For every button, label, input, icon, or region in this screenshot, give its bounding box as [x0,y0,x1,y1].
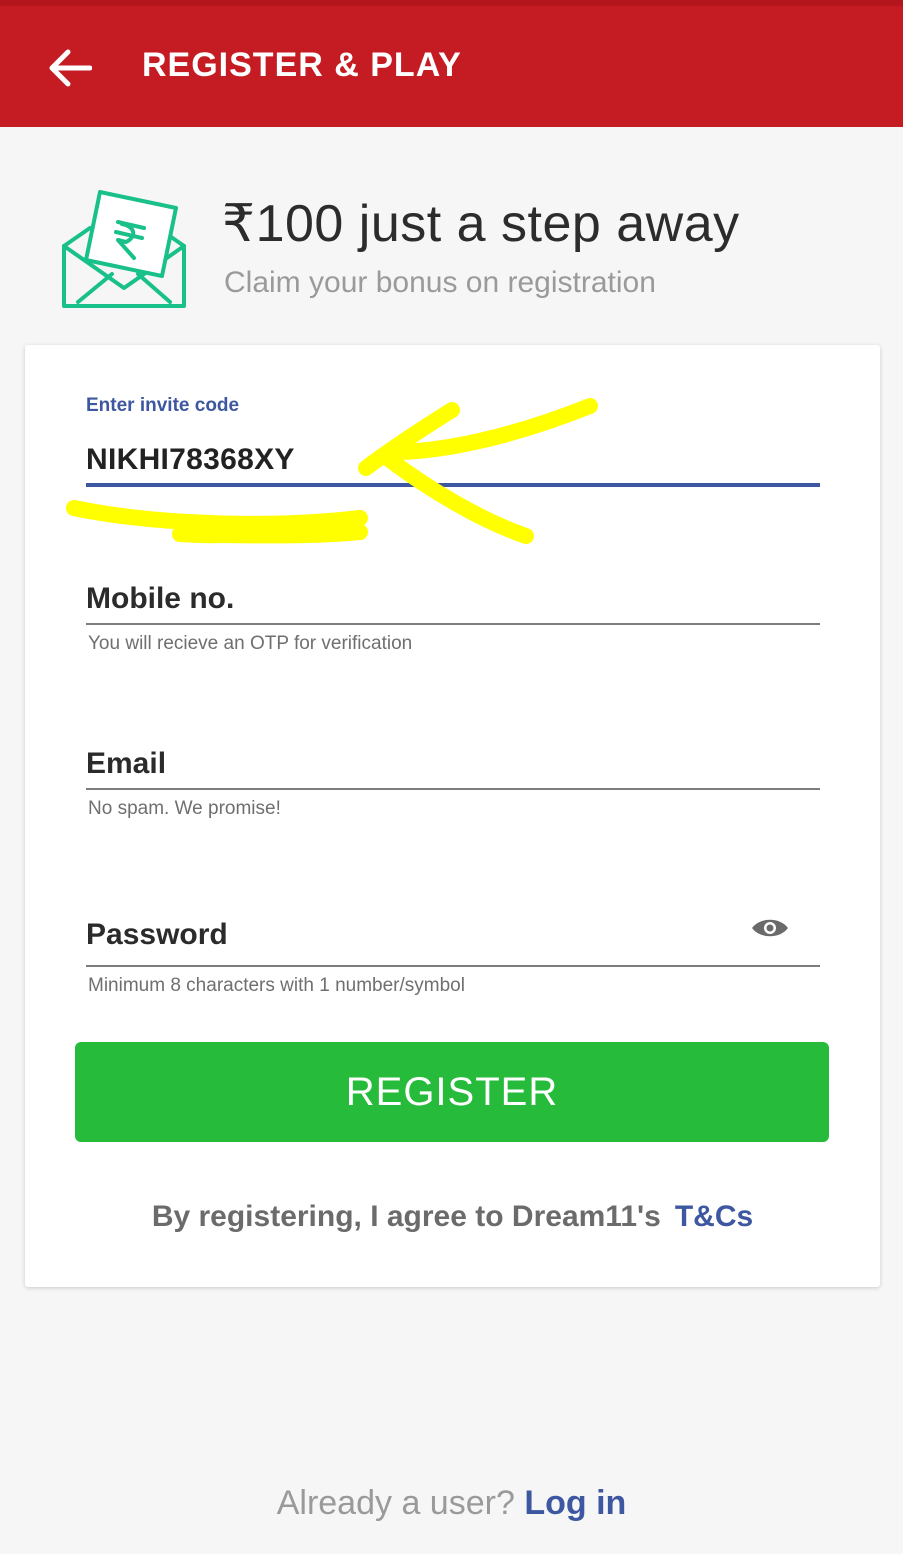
terms-text: By registering, I agree to Dream11's T&Cs [25,1200,880,1234]
password-helper: Minimum 8 characters with 1 number/symbo… [88,975,465,996]
email-helper: No spam. We promise! [88,798,281,819]
page-title: REGISTER & PLAY [142,46,462,84]
email-field: No spam. We promise! [86,740,820,820]
invite-code-underline [86,483,820,487]
promo-subtitle: Claim your bonus on registration [224,266,656,299]
password-field: Minimum 8 characters with 1 number/symbo… [86,905,820,997]
register-screen: REGISTER & PLAY ₹100 just a step away Cl… [0,0,903,1554]
register-button[interactable]: REGISTER [75,1042,829,1142]
registration-card: Enter invite code You will recieve an OT… [25,345,880,1287]
invite-code-label: Enter invite code [86,395,240,416]
mobile-field: You will recieve an OTP for verification [86,575,820,655]
email-underline [86,788,820,790]
email-input[interactable] [86,740,820,788]
back-button[interactable] [38,36,102,100]
eye-icon[interactable] [750,913,790,943]
invite-code-field: Enter invite code [86,395,820,487]
password-underline [86,965,820,967]
promo-title: ₹100 just a step away [222,195,740,253]
mobile-input[interactable] [86,575,820,623]
terms-label: By registering, I agree to Dream11's [151,1200,661,1233]
rupee-envelope-icon [62,190,186,308]
login-link[interactable]: Log in [524,1484,626,1522]
mobile-underline [86,623,820,625]
footer-login: Already a user? Log in [0,1484,903,1523]
terms-link[interactable]: T&Cs [675,1200,753,1233]
mobile-helper: You will recieve an OTP for verification [88,633,413,654]
footer-text: Already a user? [276,1484,515,1522]
back-arrow-icon [49,49,92,87]
password-input[interactable] [86,905,820,965]
invite-code-input[interactable] [86,437,820,483]
app-header: REGISTER & PLAY [0,0,903,127]
password-row [86,905,820,965]
